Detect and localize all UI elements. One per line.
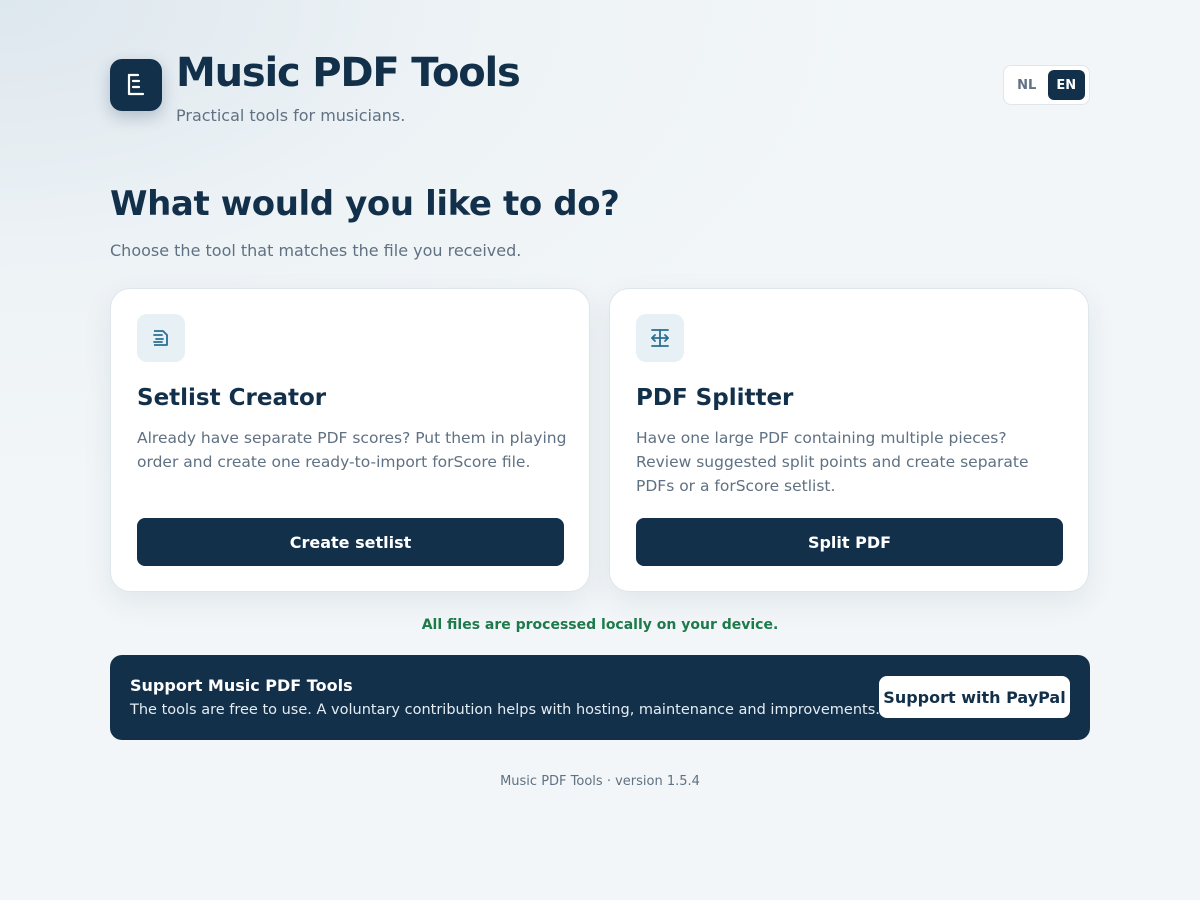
create-setlist-button[interactable]: Create setlist bbox=[137, 518, 564, 566]
privacy-note: All files are processed locally on your … bbox=[421, 617, 779, 633]
support-banner: Support Music PDF Tools The tools are fr… bbox=[110, 655, 1090, 740]
split-icon bbox=[651, 329, 669, 347]
setlist-document-icon bbox=[127, 73, 145, 96]
setlist-icon-container bbox=[137, 314, 185, 362]
support-text: The tools are free to use. A voluntary c… bbox=[130, 702, 880, 718]
language-en-button[interactable]: EN bbox=[1047, 70, 1085, 100]
setlist-icon bbox=[153, 330, 168, 346]
app-subtitle: Practical tools for musicians. bbox=[176, 106, 406, 125]
page-subheading: Choose the tool that matches the file yo… bbox=[110, 241, 522, 260]
support-title: Support Music PDF Tools bbox=[130, 676, 353, 695]
split-pdf-button[interactable]: Split PDF bbox=[636, 518, 1063, 566]
pdf-splitter-title: PDF Splitter bbox=[636, 385, 794, 411]
setlist-creator-card: Setlist Creator Already have separate PD… bbox=[110, 288, 590, 592]
footer-version: Music PDF Tools · version 1.5.4 bbox=[500, 774, 700, 789]
page-heading: What would you like to do? bbox=[110, 184, 620, 224]
app-logo bbox=[110, 59, 162, 111]
support-paypal-button[interactable]: Support with PayPal bbox=[879, 676, 1070, 718]
setlist-creator-description: Already have separate PDF scores? Put th… bbox=[137, 429, 567, 471]
app-title: Music PDF Tools bbox=[176, 50, 521, 96]
pdf-splitter-description: Have one large PDF containing multiple p… bbox=[636, 429, 1029, 495]
language-switcher: NL EN bbox=[1003, 65, 1090, 105]
pdf-splitter-card: PDF Splitter Have one large PDF containi… bbox=[609, 288, 1089, 592]
language-nl-button[interactable]: NL bbox=[1008, 70, 1046, 100]
split-icon-container bbox=[636, 314, 684, 362]
setlist-creator-title: Setlist Creator bbox=[137, 385, 327, 411]
app-header: Music PDF Tools Practical tools for musi… bbox=[110, 50, 1090, 132]
